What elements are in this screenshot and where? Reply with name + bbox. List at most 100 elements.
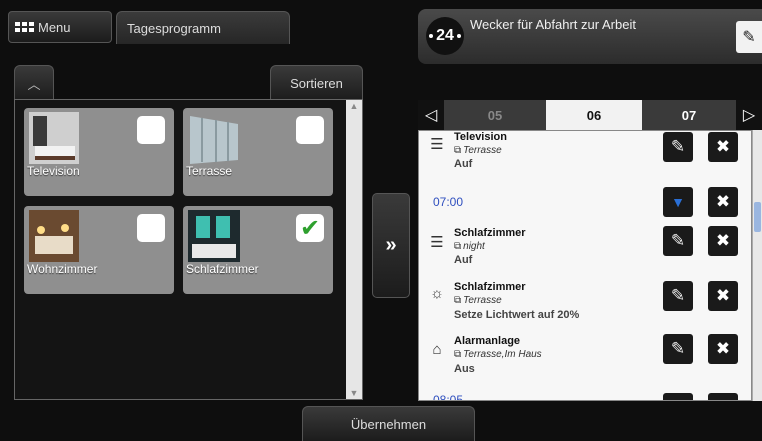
chevron-right-icon: ▷ xyxy=(742,107,756,124)
schlafzimmer-thumbnail xyxy=(188,210,240,262)
sort-label: Sortieren xyxy=(290,75,343,91)
device-label: Schlafzimmer xyxy=(186,262,259,276)
entry-title: Schlafzimmer xyxy=(454,227,526,239)
entry-room-text: Terrasse,Im Haus xyxy=(463,349,542,360)
close-icon: ✖ xyxy=(716,398,730,400)
time-row: 07:00 ▼ ✖ xyxy=(419,185,751,221)
tab-tagesprogramm[interactable]: Tagesprogramm xyxy=(116,11,290,44)
entry-room-text: Terrasse xyxy=(463,295,502,306)
device-tile-television[interactable]: Television xyxy=(24,108,174,196)
clock-value: 24 xyxy=(436,27,454,44)
edit-alarm-button[interactable]: ✎ xyxy=(736,21,762,53)
chevron-up-icon: ︿ xyxy=(27,76,41,92)
triangle-down-icon: ▼ xyxy=(671,400,685,401)
device-list: Television Terrasse Wohnzimmer Schlafzim… xyxy=(14,99,363,400)
list-item[interactable]: ⌂ Alarmanlage ⧉ Terrasse,Im Haus Aus ✎ ✖ xyxy=(419,333,751,385)
device-label: Wohnzimmer xyxy=(27,262,98,276)
delete-button[interactable]: ✖ xyxy=(708,226,738,256)
room-icon: ⧉ xyxy=(454,295,462,306)
time-label: 08:05 xyxy=(433,393,464,401)
apply-button[interactable]: Übernehmen xyxy=(302,406,475,441)
delete-button[interactable]: ✖ xyxy=(708,393,738,400)
edit-button[interactable]: ✎ xyxy=(663,226,693,256)
menu-label: Menu xyxy=(38,19,71,35)
room-icon: ⧉ xyxy=(454,349,462,360)
light-icon: ☼ xyxy=(430,285,444,302)
entry-value: Aus xyxy=(454,363,475,375)
entry-room: ⧉ Terrasse xyxy=(454,145,502,156)
entry-room: ⧉ night xyxy=(454,241,485,252)
close-icon: ✖ xyxy=(715,137,731,156)
delete-button[interactable]: ✖ xyxy=(708,281,738,311)
edit-button[interactable]: ✎ xyxy=(663,132,693,162)
device-label: Terrasse xyxy=(186,164,233,178)
device-tile-terrasse[interactable]: Terrasse xyxy=(183,108,333,196)
entry-room: ⧉ Terrasse,Im Haus xyxy=(454,349,542,360)
delete-button[interactable]: ✖ xyxy=(708,334,738,364)
entry-value: Auf xyxy=(454,158,473,170)
device-checkbox[interactable] xyxy=(137,214,165,242)
wohnzimmer-thumbnail xyxy=(29,210,79,262)
apply-label: Übernehmen xyxy=(350,416,427,432)
edit-button[interactable]: ✎ xyxy=(663,334,693,364)
entry-title: Schlafzimmer xyxy=(454,281,526,293)
device-tile-schlafzimmer[interactable]: Schlafzimmer ✔ xyxy=(183,206,333,294)
blinds-icon: ☰ xyxy=(430,136,444,153)
sort-button[interactable]: Sortieren xyxy=(270,65,363,100)
schedule-list: ☰ Television ⧉ Terrasse Auf ✎ ✖ 07:00 ▼ ✖… xyxy=(418,130,752,401)
chevron-left-icon: ◁ xyxy=(424,107,438,124)
entry-title: Alarmanlage xyxy=(454,335,521,347)
scroll-up-arrow-icon[interactable]: ▲ xyxy=(346,100,362,112)
delete-button[interactable]: ✖ xyxy=(708,187,738,217)
day-selector: ◁ 05 06 07 ▷ xyxy=(418,100,762,130)
television-thumbnail xyxy=(29,112,79,164)
entry-title: Television xyxy=(454,131,507,143)
day-prev[interactable]: 05 xyxy=(444,100,546,130)
grid-icon xyxy=(15,22,34,32)
device-checkbox[interactable] xyxy=(296,116,324,144)
triangle-down-icon: ▼ xyxy=(671,194,685,210)
collapse-button[interactable]: ▼ xyxy=(663,187,693,217)
scrollbar-thumb[interactable] xyxy=(754,202,761,232)
device-scrollbar[interactable]: ▲ ▼ xyxy=(346,100,362,399)
alarm-system-icon: ⌂ xyxy=(432,341,442,358)
device-label: Television xyxy=(27,164,80,178)
menu-button[interactable]: Menu xyxy=(8,11,112,43)
room-icon: ⧉ xyxy=(454,145,462,156)
delete-button[interactable]: ✖ xyxy=(708,132,738,162)
next-day-button[interactable]: ▷ xyxy=(736,100,762,130)
device-checkbox[interactable] xyxy=(137,116,165,144)
entry-value: Setze Lichtwert auf 20% xyxy=(454,309,580,321)
list-item[interactable]: ☼ Schlafzimmer ⧉ Terrasse Setze Lichtwert… xyxy=(419,279,751,331)
day-next[interactable]: 07 xyxy=(642,100,736,130)
list-item[interactable]: ☰ Television ⧉ Terrasse Auf ✎ ✖ xyxy=(419,131,751,179)
blinds-icon: ☰ xyxy=(430,234,444,251)
entry-room-text: Terrasse xyxy=(463,145,502,156)
scroll-up-button[interactable]: ︿ xyxy=(14,65,54,100)
transfer-button[interactable]: » xyxy=(372,193,410,298)
tab-label: Tagesprogramm xyxy=(127,20,221,36)
time-row: 08:05 ▼ ✖ xyxy=(419,389,751,401)
prev-day-button[interactable]: ◁ xyxy=(418,100,444,130)
edit-button[interactable]: ✎ xyxy=(663,281,693,311)
collapse-button[interactable]: ▼ xyxy=(663,393,693,401)
entry-room-text: night xyxy=(463,241,485,252)
entry-room: ⧉ Terrasse xyxy=(454,295,502,306)
room-icon: ⧉ xyxy=(454,241,462,252)
close-icon: ✖ xyxy=(715,286,731,305)
device-checkbox[interactable]: ✔ xyxy=(296,214,324,242)
clock-icon: 24 xyxy=(426,17,464,55)
entry-value: Auf xyxy=(454,254,473,266)
double-chevron-right-icon: » xyxy=(385,234,397,256)
close-icon: ✖ xyxy=(715,231,731,250)
checkmark-icon: ✔ xyxy=(299,214,321,242)
terrasse-thumbnail xyxy=(190,116,238,164)
alarm-title: Wecker für Abfahrt zur Arbeit xyxy=(470,17,636,32)
edit-icon: ✎ xyxy=(670,286,686,305)
list-item[interactable]: ☰ Schlafzimmer ⧉ night Auf ✎ ✖ xyxy=(419,225,751,275)
device-tile-wohnzimmer[interactable]: Wohnzimmer xyxy=(24,206,174,294)
schedule-scrollbar[interactable] xyxy=(752,130,762,401)
day-current[interactable]: 06 xyxy=(546,100,642,130)
scroll-down-arrow-icon[interactable]: ▼ xyxy=(346,387,362,399)
time-label: 07:00 xyxy=(433,195,464,209)
